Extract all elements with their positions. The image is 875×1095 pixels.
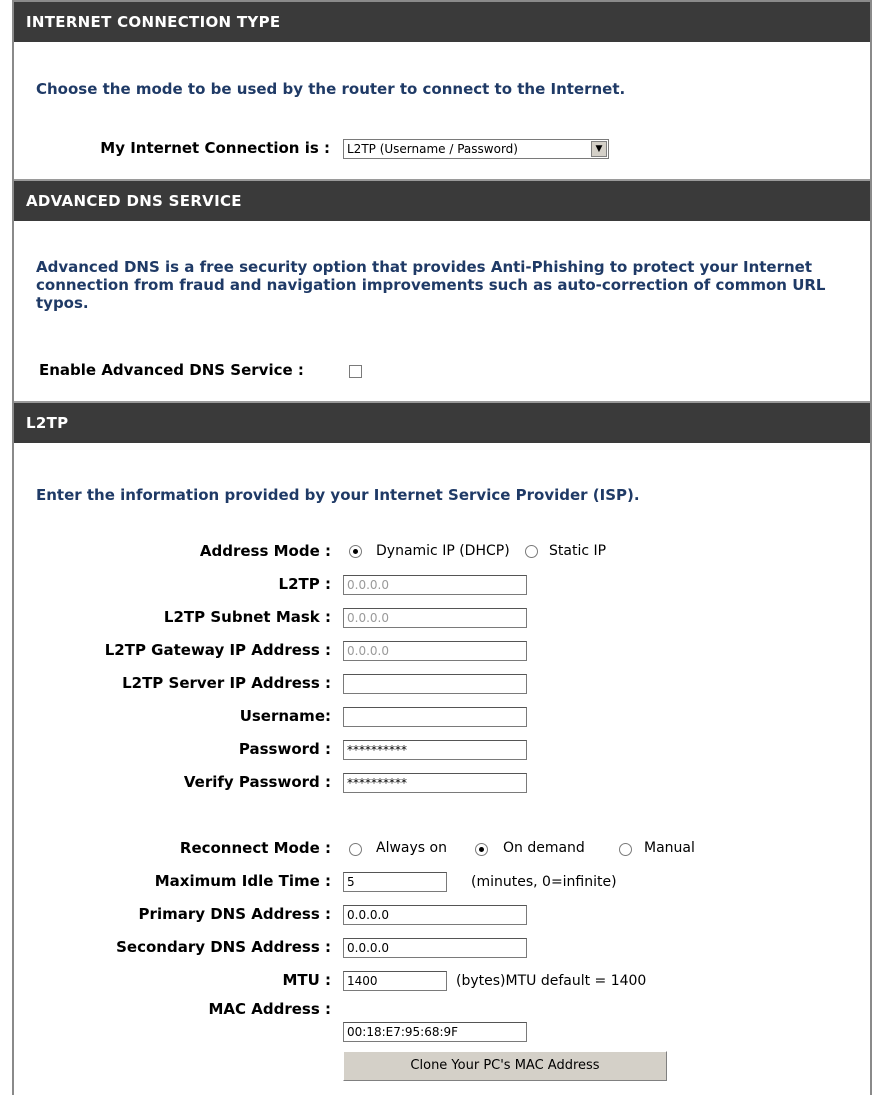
chevron-down-icon[interactable]: ▼ (591, 141, 607, 157)
address-mode-label: Address Mode : (199, 542, 331, 560)
idle-time-note: (minutes, 0=infinite) (471, 874, 617, 890)
l2tp-header: L2TP (14, 403, 870, 444)
l2tp-section: L2TP (14, 403, 870, 444)
reconnect-on-demand-label: On demand (503, 840, 585, 856)
idle-time-label: Maximum Idle Time : (154, 872, 331, 890)
connection-type-description: Choose the mode to be used by the router… (36, 80, 626, 98)
address-mode-dynamic-radio[interactable] (349, 545, 362, 558)
gateway-label: L2TP Gateway IP Address : (104, 641, 331, 659)
l2tp-description: Enter the information provided by your I… (36, 486, 640, 504)
advanced-dns-section: ADVANCED DNS SERVICE (14, 181, 870, 222)
reconnect-manual-label: Manual (644, 840, 695, 856)
reconnect-always-on-label: Always on (376, 840, 447, 856)
server-ip-label: L2TP Server IP Address : (122, 674, 331, 692)
connection-type-selected: L2TP (Username / Password) (347, 142, 518, 156)
l2tp-ip-input[interactable]: 0.0.0.0 (343, 575, 527, 595)
connection-type-label: My Internet Connection is : (100, 139, 330, 157)
subnet-mask-input[interactable]: 0.0.0.0 (343, 608, 527, 628)
secondary-dns-input[interactable]: 0.0.0.0 (343, 938, 527, 958)
mac-address-input[interactable]: 00:18:E7:95:68:9F (343, 1022, 527, 1042)
advanced-dns-description: Advanced DNS is a free security option t… (36, 258, 826, 312)
reconnect-on-demand-radio[interactable] (475, 843, 488, 856)
address-mode-static-label: Static IP (549, 543, 607, 559)
advanced-dns-label: Enable Advanced DNS Service : (39, 361, 304, 379)
password-input[interactable]: ********** (343, 740, 527, 760)
subnet-mask-label: L2TP Subnet Mask : (163, 608, 331, 626)
advanced-dns-checkbox[interactable] (349, 365, 362, 378)
gateway-input[interactable]: 0.0.0.0 (343, 641, 527, 661)
primary-dns-label: Primary DNS Address : (138, 905, 331, 923)
verify-password-label: Verify Password : (183, 773, 331, 791)
reconnect-always-on-radio[interactable] (349, 843, 362, 856)
advanced-dns-header: ADVANCED DNS SERVICE (14, 181, 870, 222)
verify-password-input[interactable]: ********** (343, 773, 527, 793)
secondary-dns-label: Secondary DNS Address : (116, 938, 331, 956)
username-input[interactable] (343, 707, 527, 727)
mac-address-label: MAC Address : (208, 1000, 332, 1018)
connection-type-header: INTERNET CONNECTION TYPE (14, 2, 870, 43)
mtu-input[interactable]: 1400 (343, 971, 447, 991)
idle-time-input[interactable]: 5 (343, 872, 447, 892)
mtu-note: (bytes)MTU default = 1400 (456, 973, 647, 989)
username-label: Username: (239, 707, 331, 725)
connection-type-section: INTERNET CONNECTION TYPE (14, 2, 870, 43)
address-mode-static-radio[interactable] (525, 545, 538, 558)
password-label: Password : (238, 740, 331, 758)
primary-dns-input[interactable]: 0.0.0.0 (343, 905, 527, 925)
server-ip-input[interactable] (343, 674, 527, 694)
clone-mac-button[interactable]: Clone Your PC's MAC Address (343, 1051, 667, 1081)
mtu-label: MTU : (282, 971, 331, 989)
address-mode-dynamic-label: Dynamic IP (DHCP) (376, 543, 510, 559)
reconnect-mode-label: Reconnect Mode : (179, 839, 331, 857)
connection-type-select[interactable]: L2TP (Username / Password) ▼ (343, 139, 609, 159)
reconnect-manual-radio[interactable] (619, 843, 632, 856)
l2tp-ip-label: L2TP : (278, 575, 331, 593)
